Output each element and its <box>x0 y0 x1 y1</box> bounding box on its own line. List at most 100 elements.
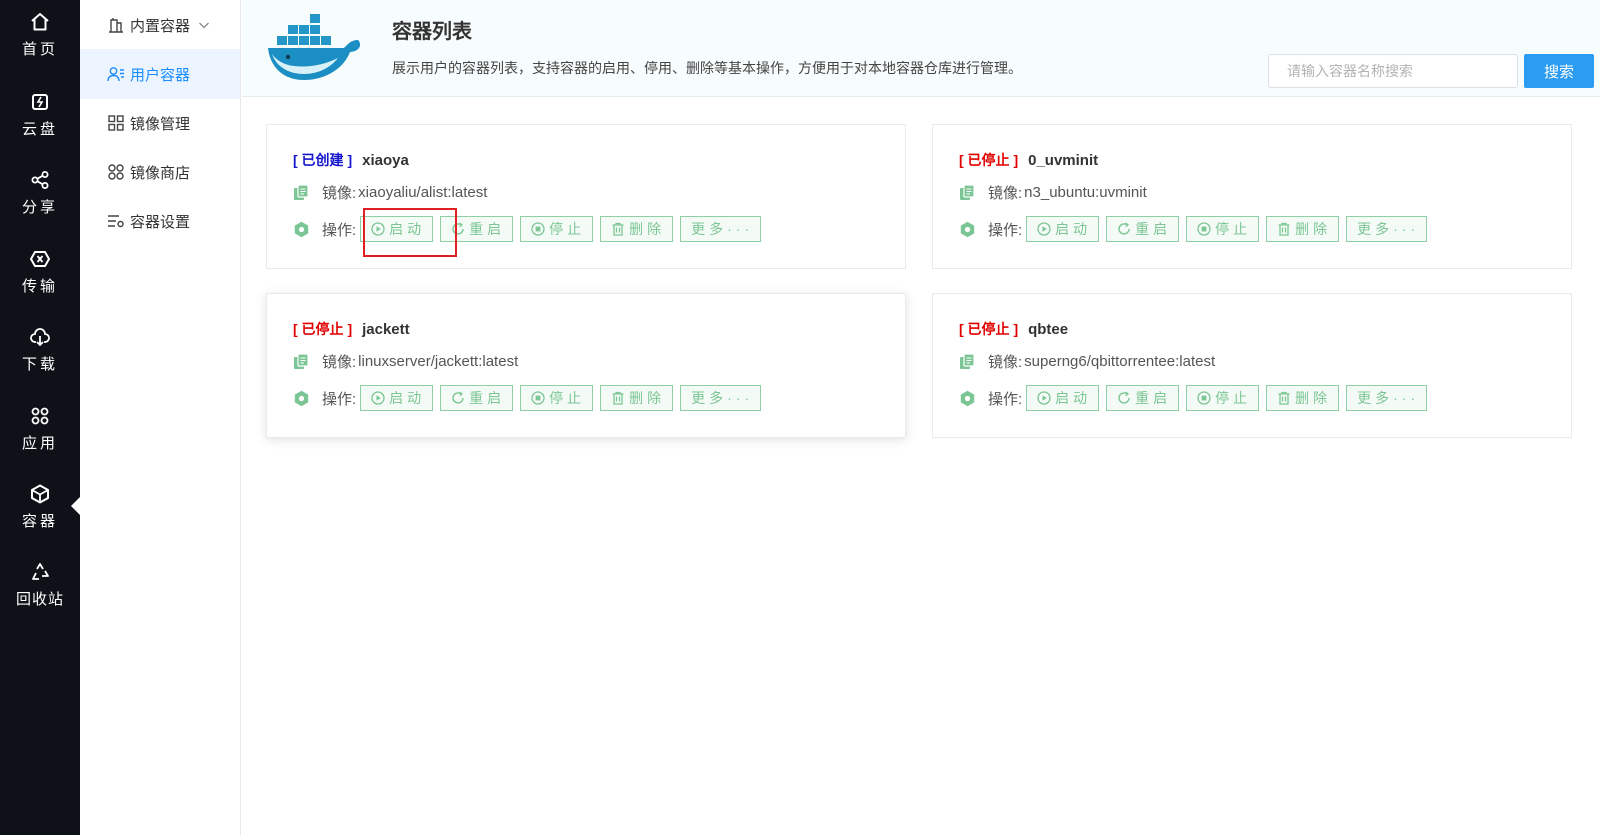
user-list-icon <box>107 67 124 82</box>
button-label: 停止 <box>1215 221 1252 237</box>
stop-circle-icon <box>531 391 545 405</box>
delete-button[interactable]: 删除 <box>1266 385 1340 411</box>
restart-button[interactable]: 重启 <box>1106 216 1180 242</box>
stop-button[interactable]: 停止 <box>1186 385 1260 411</box>
copy-icon <box>293 184 310 201</box>
status-badge: [ 已创建 ] <box>293 152 353 168</box>
container-card-0_uvminit: [ 已停止 ] 0_uvminit 镜像: n3_ubuntu:uvminit … <box>932 124 1572 269</box>
container-name: jackett <box>362 320 410 338</box>
restart-button[interactable]: 重启 <box>440 385 514 411</box>
search-button[interactable]: 搜索 <box>1524 54 1594 88</box>
button-label: 删除 <box>629 221 666 237</box>
button-label: 更多··· <box>691 390 754 406</box>
status-badge: [ 已停止 ] <box>959 152 1019 168</box>
button-label: 重启 <box>469 221 506 237</box>
container-name: xiaoya <box>362 151 409 169</box>
subnav-label: 内置容器 <box>130 17 191 35</box>
subnav-item-user-containers[interactable]: 用户容器 <box>80 49 240 99</box>
image-row: 镜像: linuxserver/jackett:latest <box>293 351 518 372</box>
search-input[interactable] <box>1268 54 1518 88</box>
stop-circle-icon <box>1197 222 1211 236</box>
share-icon <box>31 171 49 189</box>
image-value: n3_ubuntu:uvminit <box>1024 184 1147 201</box>
delete-button[interactable]: 删除 <box>1266 216 1340 242</box>
play-circle-icon <box>371 391 385 405</box>
button-label: 重启 <box>1135 390 1172 406</box>
nav-item-cloud-disk[interactable]: 云盘 <box>0 92 80 162</box>
main-nav: 首页 云盘 分享 传输 下载 应用 容器 回收站 <box>0 0 80 835</box>
actions-row: 操作: 启动 重启 停止 删除 更多··· <box>959 385 1428 411</box>
subnav-label: 镜像商店 <box>130 164 191 182</box>
nav-item-apps[interactable]: 应用 <box>0 406 80 476</box>
more-button[interactable]: 更多··· <box>1346 216 1428 242</box>
button-label: 删除 <box>629 390 666 406</box>
button-label: 更多··· <box>691 221 754 237</box>
ops-label: 操作: <box>988 221 1023 239</box>
image-label: 镜像: <box>988 354 1023 371</box>
start-button[interactable]: 启动 <box>360 385 434 411</box>
nav-item-recycle[interactable]: 回收站 <box>0 562 80 632</box>
status-badge: [ 已停止 ] <box>959 321 1019 337</box>
button-label: 重启 <box>469 390 506 406</box>
image-row: 镜像: n3_ubuntu:uvminit <box>959 182 1147 203</box>
actions-row: 操作: 启动 重启 停止 删除 更多··· <box>293 385 762 411</box>
play-circle-icon <box>1037 222 1051 236</box>
subnav-item-image-store[interactable]: 镜像商店 <box>80 147 240 197</box>
image-value: xiaoyaliu/alist:latest <box>358 184 488 201</box>
copy-icon <box>293 353 310 370</box>
image-label: 镜像: <box>988 185 1023 202</box>
copy-icon <box>959 353 976 370</box>
delete-button[interactable]: 删除 <box>600 385 674 411</box>
subnav-label: 镜像管理 <box>130 115 191 133</box>
ops-label: 操作: <box>988 390 1023 408</box>
container-card-jackett: [ 已停止 ] jackett 镜像: linuxserver/jackett:… <box>266 293 906 438</box>
play-circle-icon <box>1037 391 1051 405</box>
page-title: 容器列表 <box>392 21 472 43</box>
more-button[interactable]: 更多··· <box>680 385 762 411</box>
subnav-item-builtin[interactable]: 内置容器 <box>80 0 240 50</box>
stop-button[interactable]: 停止 <box>520 216 594 242</box>
start-button[interactable]: 启动 <box>1026 216 1100 242</box>
nav-label: 分享 <box>21 199 58 216</box>
restart-button[interactable]: 重启 <box>1106 385 1180 411</box>
container-icon <box>31 484 49 504</box>
gear-icon <box>959 221 976 238</box>
refresh-icon <box>452 391 464 404</box>
subnav-label: 用户容器 <box>130 66 191 84</box>
delete-button[interactable]: 删除 <box>600 216 674 242</box>
card-title: [ 已停止 ] 0_uvminit <box>959 150 1098 170</box>
stop-button[interactable]: 停止 <box>520 385 594 411</box>
more-button[interactable]: 更多··· <box>680 216 762 242</box>
nav-item-download[interactable]: 下载 <box>0 327 80 397</box>
trash-icon <box>1278 222 1290 236</box>
subnav-item-container-settings[interactable]: 容器设置 <box>80 196 240 246</box>
container-name: qbtee <box>1028 320 1069 338</box>
card-title: [ 已创建 ] xiaoya <box>293 150 409 170</box>
button-label: 更多··· <box>1357 390 1420 406</box>
ops-label: 操作: <box>322 390 357 408</box>
nav-label: 下载 <box>21 356 58 373</box>
nav-item-transfer[interactable]: 传输 <box>0 249 80 319</box>
button-label: 重启 <box>1135 221 1172 237</box>
button-label: 停止 <box>1215 390 1252 406</box>
nav-item-share[interactable]: 分享 <box>0 170 80 240</box>
button-label: 启动 <box>389 390 426 406</box>
nav-item-container[interactable]: 容器 <box>0 484 80 554</box>
nav-label: 回收站 <box>15 591 64 608</box>
subnav-item-image-management[interactable]: 镜像管理 <box>80 98 240 148</box>
image-value: linuxserver/jackett:latest <box>358 353 519 370</box>
more-button[interactable]: 更多··· <box>1346 385 1428 411</box>
card-title: [ 已停止 ] jackett <box>293 319 410 339</box>
apps-icon <box>31 407 49 425</box>
ops-label: 操作: <box>322 221 357 239</box>
button-label: 删除 <box>1295 390 1332 406</box>
nav-label: 传输 <box>21 278 58 295</box>
nav-item-home[interactable]: 首页 <box>0 12 80 82</box>
nav-label: 应用 <box>21 435 58 452</box>
image-label: 镜像: <box>322 185 357 202</box>
image-label: 镜像: <box>322 354 357 371</box>
start-button[interactable]: 启动 <box>1026 385 1100 411</box>
stop-button[interactable]: 停止 <box>1186 216 1260 242</box>
container-card-xiaoya: [ 已创建 ] xiaoya 镜像: xiaoyaliu/alist:lates… <box>266 124 906 269</box>
nav-label: 云盘 <box>21 121 58 138</box>
